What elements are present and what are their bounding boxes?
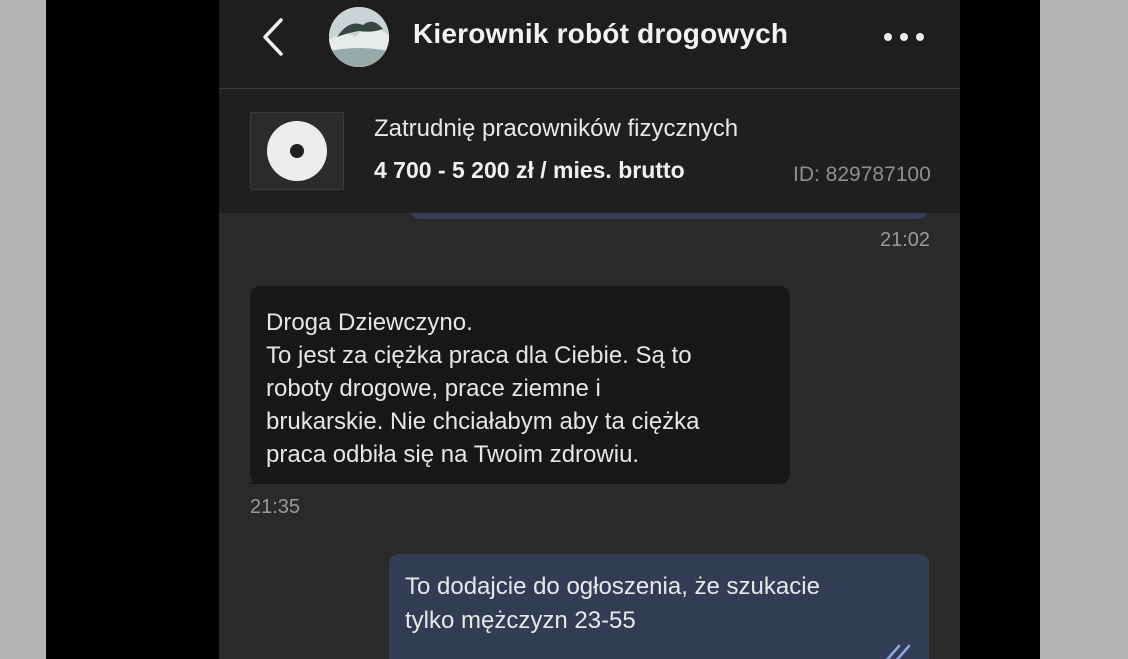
message-text: To dodajcie do ogłoszenia, że szukacie t… bbox=[405, 570, 915, 638]
bubble-tail-icon bbox=[248, 468, 282, 484]
more-horizontal-icon bbox=[884, 33, 924, 41]
back-button[interactable] bbox=[255, 14, 295, 60]
message-line: To dodajcie do ogłoszenia, że szukacie bbox=[405, 573, 820, 600]
message-line: Droga Dziewczyno. bbox=[266, 309, 473, 336]
message-time: 21:35 bbox=[250, 496, 301, 518]
image-frame: Kierownik robót drogowych Zatrudnię prac… bbox=[46, 0, 1040, 659]
message-time: 21:02 bbox=[880, 229, 931, 251]
listing-salary: 4 700 - 5 200 zł / mies. brutto bbox=[374, 157, 685, 183]
avatar-image-icon bbox=[329, 7, 389, 67]
incoming-message-bubble[interactable]: Droga Dziewczyno. To jest za ciężka prac… bbox=[248, 286, 790, 484]
message-line: praca odbiła się na Twoim zdrowiu. bbox=[266, 441, 640, 468]
listing-thumbnail bbox=[250, 112, 344, 190]
message-line: tylko mężczyzn 23-55 bbox=[405, 607, 636, 634]
chat-screen: Kierownik robót drogowych Zatrudnię prac… bbox=[219, 0, 960, 659]
message-line: To jest za ciężka praca dla Ciebie. Są t… bbox=[266, 342, 692, 369]
listing-logo-icon bbox=[267, 121, 327, 181]
avatar[interactable] bbox=[329, 7, 389, 67]
message-line: brukarskie. Nie chciałabym aby ta ciężka bbox=[266, 408, 700, 435]
job-listing-card[interactable]: Zatrudnię pracowników fizycznych 4 700 -… bbox=[219, 89, 960, 213]
listing-id: ID: 829787100 bbox=[793, 163, 931, 186]
chevron-left-icon bbox=[263, 18, 283, 56]
more-options-button[interactable] bbox=[881, 26, 927, 48]
listing-title: Zatrudnię pracowników fizycznych bbox=[374, 115, 739, 142]
chat-header: Kierownik robót drogowych bbox=[219, 0, 960, 89]
message-line: roboty drogowe, prace ziemne i bbox=[266, 375, 601, 402]
outgoing-message-bubble[interactable]: To dodajcie do ogłoszenia, że szukacie t… bbox=[389, 554, 929, 659]
chat-title: Kierownik robót drogowych bbox=[413, 18, 789, 49]
message-text: Droga Dziewczyno. To jest za ciężka prac… bbox=[266, 306, 776, 471]
double-check-icon bbox=[885, 644, 911, 659]
